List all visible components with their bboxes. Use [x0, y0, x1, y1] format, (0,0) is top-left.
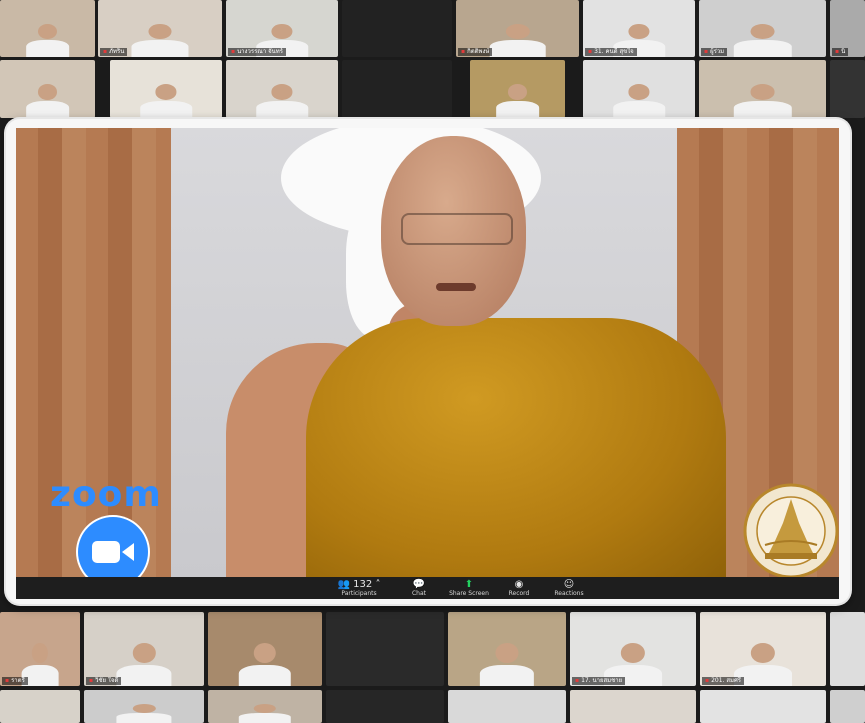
participant-tile[interactable] — [699, 60, 826, 118]
participant-name: 17. นายสมชาย — [572, 677, 626, 685]
participant-tile[interactable] — [0, 0, 95, 57]
reactions-icon: ☺ — [563, 579, 575, 590]
participant-tile[interactable]: ราตรี — [0, 612, 80, 686]
participant-name: ผู้ร่วม — [701, 48, 728, 56]
participant-tile[interactable] — [342, 0, 452, 57]
reactions-button[interactable]: ☺ Reactions — [544, 579, 594, 598]
participant-tile[interactable]: 17. นายสมชาย — [570, 612, 696, 686]
participant-tile[interactable] — [700, 690, 826, 723]
participant-tile[interactable]: 31. คนดี สุขใจ — [583, 0, 695, 57]
participant-name: นิ — [832, 48, 849, 56]
participant-tile[interactable] — [326, 690, 444, 723]
participant-name: ราตรี — [2, 677, 28, 685]
participant-name: 31. คนดี สุขใจ — [585, 48, 637, 56]
participant-tile[interactable] — [342, 60, 452, 118]
speaker-robe — [306, 318, 726, 577]
participant-name: นางวรรณา จันทร์ — [228, 48, 286, 56]
participant-tile[interactable] — [570, 690, 696, 723]
participant-tile[interactable]: 201. สมศรี — [700, 612, 826, 686]
chat-label: Chat — [411, 590, 427, 597]
participant-tile[interactable] — [226, 60, 338, 118]
meeting-toolbar: 👥 132 ˄ Participants 💬 Chat ⬆ Share Scre… — [16, 577, 839, 599]
participant-tile[interactable] — [470, 60, 565, 118]
reactions-label: Reactions — [554, 590, 584, 597]
participant-tile[interactable] — [326, 612, 444, 686]
participant-name: วิชัย ใจดี — [86, 677, 122, 685]
speaker-video[interactable]: zoom — [16, 128, 839, 577]
participants-button[interactable]: 👥 132 ˄ Participants — [334, 579, 384, 598]
share-screen-button[interactable]: ⬆ Share Screen — [444, 579, 494, 598]
participant-tile[interactable] — [830, 60, 865, 118]
participant-tile[interactable]: นิ — [830, 0, 865, 57]
participant-tile[interactable]: วิชัย ใจดี — [84, 612, 204, 686]
participant-name: 201. สมศรี — [702, 677, 744, 685]
zoom-logo: zoom — [50, 474, 162, 515]
participants-icon: 👥 132 ˄ — [337, 579, 381, 590]
participant-tile[interactable] — [448, 612, 566, 686]
record-label: Record — [508, 590, 530, 597]
share-screen-icon: ⬆ — [464, 579, 474, 590]
participant-tile[interactable] — [0, 690, 80, 723]
participant-tile[interactable] — [830, 690, 865, 723]
record-icon: ◉ — [514, 579, 524, 590]
speaker-window: zoom 👥 132 ˄ Participants 💬 Chat ⬆ Share… — [6, 119, 850, 604]
participant-name: ภัทริน — [100, 48, 128, 56]
chat-button[interactable]: 💬 Chat — [394, 579, 444, 598]
participant-name: กิตติพงษ์ — [458, 48, 493, 56]
participant-tile[interactable] — [208, 612, 322, 686]
participant-tile[interactable]: กิตติพงษ์ — [456, 0, 579, 57]
organization-seal-icon — [743, 483, 839, 577]
participants-count: 132 — [353, 579, 373, 590]
record-button[interactable]: ◉ Record — [494, 579, 544, 598]
participant-tile[interactable] — [208, 690, 322, 723]
participant-tile[interactable]: ภัทริน — [98, 0, 222, 57]
speaker-mouth — [436, 283, 476, 291]
participants-label: Participants — [341, 590, 377, 597]
participant-tile[interactable]: นางวรรณา จันทร์ — [226, 0, 338, 57]
participant-tile[interactable] — [0, 60, 95, 118]
participant-tile[interactable] — [830, 612, 865, 686]
participant-tile[interactable] — [84, 690, 204, 723]
participant-tile[interactable] — [583, 60, 695, 118]
participant-tile[interactable] — [110, 60, 222, 118]
participant-tile[interactable] — [448, 690, 566, 723]
share-screen-label: Share Screen — [449, 590, 489, 597]
chat-icon: 💬 — [412, 579, 426, 590]
participant-tile[interactable]: ผู้ร่วม — [699, 0, 826, 57]
speaker-glasses — [401, 213, 513, 245]
